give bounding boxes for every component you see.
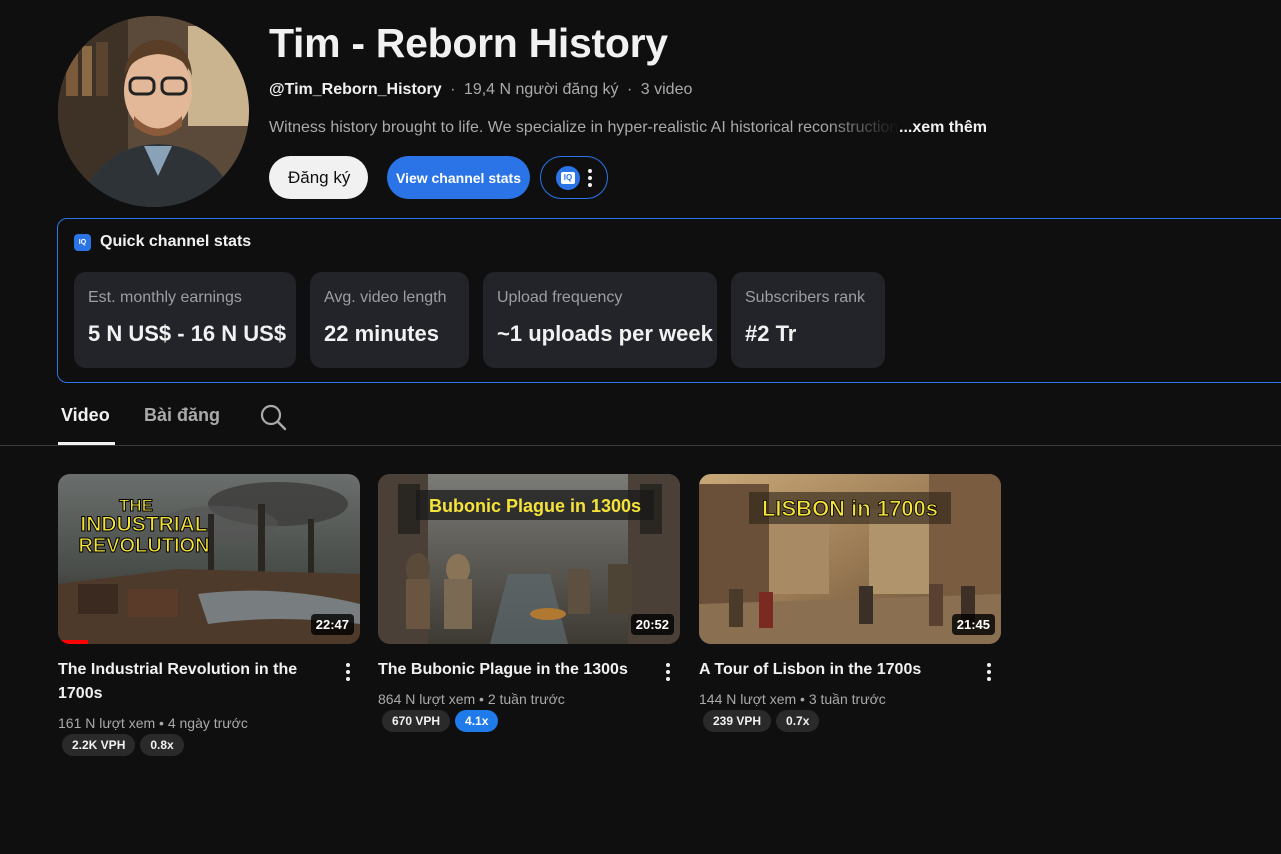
watch-progress-bar [58, 640, 89, 644]
subscriber-count: 19,4 N người đăng ký [463, 81, 619, 98]
svg-text:INDUSTRIAL: INDUSTRIAL [80, 513, 207, 536]
video-duration: 20:52 [630, 614, 674, 635]
vidiq-icon: IQ [556, 165, 580, 190]
view-count: 144 N lượt xem [699, 691, 797, 707]
svg-text:REVOLUTION: REVOLUTION [78, 535, 209, 557]
video-title[interactable]: The Bubonic Plague in the 1300s [378, 658, 636, 682]
active-tab-indicator [58, 442, 115, 445]
view-count: 864 N lượt xem [378, 691, 476, 707]
video-stats-pills: 239 VPH 0.7x [703, 710, 820, 732]
video-card[interactable]: LISBON in 1700s 21:45 A Tour of Lisbon i… [699, 474, 1001, 732]
meta-separator: · [450, 81, 456, 98]
stat-label: Avg. video length [324, 289, 447, 306]
video-thumbnail[interactable]: Bubonic Plague in 1300s 20:52 [378, 474, 680, 644]
upload-age: 2 tuần trước [487, 691, 565, 707]
view-count: 161 N lượt xem [58, 715, 156, 731]
channel-meta: @Tim_Reborn_History · 19,4 N người đăng … [269, 81, 692, 99]
video-thumbnail[interactable]: LISBON in 1700s 21:45 [699, 474, 1001, 644]
vidiq-menu-button[interactable]: IQ [540, 156, 608, 199]
video-title[interactable]: A Tour of Lisbon in the 1700s [699, 658, 957, 682]
outlier-ratio-badge: 4.1x [455, 710, 499, 732]
video-duration: 21:45 [951, 614, 995, 635]
vph-badge: 2.2K VPH [62, 734, 136, 756]
tab-video[interactable]: Video [61, 405, 110, 426]
more-vert-icon [588, 168, 592, 187]
vph-badge: 239 VPH [703, 710, 772, 732]
vph-badge: 670 VPH [382, 710, 451, 732]
stat-card-video-length: Avg. video length 22 minutes [310, 272, 469, 368]
stat-value: 22 minutes [324, 321, 439, 346]
channel-avatar[interactable] [58, 16, 249, 207]
tab-posts[interactable]: Bài đăng [144, 405, 220, 426]
stat-value: 5 N US$ - 16 N US$ [88, 321, 287, 346]
upload-age: 4 ngày trước [167, 715, 248, 731]
stat-label: Upload frequency [497, 289, 623, 306]
video-meta: 864 N lượt xem • 2 tuần trước [378, 691, 565, 707]
stat-label: Subscribers rank [745, 289, 866, 306]
quick-stats-title: Quick channel stats [100, 233, 252, 250]
more-vert-icon[interactable] [987, 663, 991, 684]
view-channel-stats-button[interactable]: View channel stats [387, 156, 530, 199]
video-stats-pills: 2.2K VPH 0.8x [62, 734, 184, 756]
quick-channel-stats-panel: IQ Quick channel stats Est. monthly earn… [57, 218, 1281, 383]
svg-text:Bubonic Plague in 1300s: Bubonic Plague in 1300s [429, 496, 641, 516]
subscribe-button[interactable]: Đăng ký [269, 156, 368, 199]
outlier-ratio-badge: 0.8x [140, 734, 184, 756]
search-icon[interactable] [259, 403, 287, 431]
channel-handle[interactable]: @Tim_Reborn_History [269, 81, 442, 98]
quick-stats-header: IQ Quick channel stats [74, 233, 251, 251]
channel-name: Tim - Reborn History [269, 20, 668, 66]
stat-value: ~1 uploads per week [497, 321, 713, 346]
upload-age: 3 tuần trước [808, 691, 886, 707]
video-count: 3 video [640, 81, 693, 98]
meta-separator: · [627, 81, 633, 98]
video-duration: 22:47 [310, 614, 354, 635]
video-stats-pills: 670 VPH 4.1x [382, 710, 499, 732]
video-card[interactable]: THE INDUSTRIAL REVOLUTION 22:47 The Indu… [58, 474, 360, 756]
outlier-ratio-badge: 0.7x [776, 710, 820, 732]
more-vert-icon[interactable] [346, 663, 350, 684]
stat-card-subscribers-rank: Subscribers rank #2 Tr [731, 272, 885, 368]
stat-card-earnings: Est. monthly earnings 5 N US$ - 16 N US$ [74, 272, 296, 368]
avatar-image [58, 16, 249, 207]
more-vert-icon[interactable] [666, 663, 670, 684]
stat-card-upload-frequency: Upload frequency ~1 uploads per week [483, 272, 717, 368]
video-meta: 161 N lượt xem • 4 ngày trước [58, 715, 248, 731]
stat-label: Est. monthly earnings [88, 289, 242, 306]
video-card[interactable]: Bubonic Plague in 1300s 20:52 The Buboni… [378, 474, 680, 732]
video-meta: 144 N lượt xem • 3 tuần trước [699, 691, 886, 707]
channel-description[interactable]: Witness history brought to life. We spec… [269, 119, 989, 137]
svg-text:LISBON in 1700s: LISBON in 1700s [762, 496, 938, 521]
description-text: Witness history brought to life. We spec… [269, 119, 899, 136]
stat-value: #2 Tr [745, 321, 797, 346]
channel-tabs: Video Bài đăng [0, 392, 1281, 446]
video-thumbnail[interactable]: THE INDUSTRIAL REVOLUTION 22:47 [58, 474, 360, 644]
show-more-link[interactable]: ...xem thêm [899, 119, 987, 136]
video-title[interactable]: The Industrial Revolution in the 1700s [58, 658, 316, 706]
vidiq-logo-icon: IQ [74, 233, 91, 251]
